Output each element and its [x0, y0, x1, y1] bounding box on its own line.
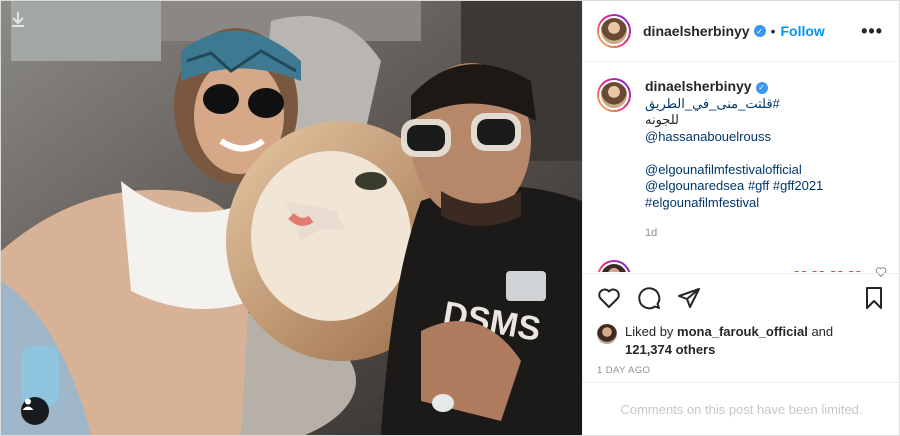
liker-avatar[interactable]: [597, 324, 617, 344]
comments-limited-notice: Comments on this post have been limited.: [583, 382, 900, 435]
likes-prefix: Liked by: [625, 324, 674, 339]
separator-dot: •: [770, 23, 776, 39]
comment-item: naglaabadr_official✓ ❤️❤️❤️❤️: [597, 259, 883, 273]
post-side-panel: dinaelsherbinyy ✓ • Follow ••• dinaelshe…: [582, 1, 900, 435]
download-icon[interactable]: [11, 11, 33, 33]
caption-hashtag-arabic[interactable]: #قلتت_منى_في_الطريق: [645, 96, 780, 111]
share-icon[interactable]: [677, 286, 701, 310]
post-timestamp[interactable]: 1 DAY AGO: [597, 365, 650, 376]
caption-username[interactable]: dinaelsherbinyy: [645, 78, 752, 94]
header-username[interactable]: dinaelsherbinyy: [643, 23, 750, 39]
heart-icon[interactable]: [597, 286, 621, 310]
verified-icon: ✓: [755, 82, 768, 95]
follow-button[interactable]: Follow: [781, 23, 825, 39]
hashtag-link[interactable]: #elgounafilmfestival: [645, 195, 883, 212]
mention-link[interactable]: @elgounafilmfestivalofficial: [645, 162, 883, 179]
liker-username[interactable]: mona_farouk_official: [677, 324, 808, 339]
caption-avatar[interactable]: [597, 78, 631, 112]
instagram-post: DSMS dinaelsherbinyy ✓ • Follow ••• dina…: [0, 0, 900, 436]
mention-link[interactable]: @elgounaredsea: [645, 178, 744, 193]
caption: dinaelsherbinyy ✓ #قلتت_منى_في_الطريق للج…: [597, 78, 883, 242]
hashtag-link[interactable]: #gff #gff2021: [748, 178, 823, 193]
comment-icon[interactable]: [637, 286, 661, 310]
comment-text: ❤️❤️❤️❤️: [792, 270, 865, 273]
likes-and: and: [811, 324, 834, 339]
post-header: dinaelsherbinyy ✓ • Follow •••: [583, 1, 899, 62]
likes-summary: Liked by mona_farouk_official and 121,37…: [597, 323, 833, 359]
caption-time[interactable]: 1d: [645, 225, 883, 242]
comments-section: dinaelsherbinyy ✓ #قلتت_منى_في_الطريق للج…: [583, 62, 899, 272]
action-bar: [583, 273, 900, 321]
comment-avatar[interactable]: [597, 259, 631, 272]
more-options-icon[interactable]: •••: [861, 21, 883, 42]
post-photo[interactable]: DSMS: [1, 1, 582, 435]
comment-username[interactable]: naglaabadr_official: [645, 269, 773, 273]
tag-user-icon[interactable]: [21, 397, 49, 425]
likes-count[interactable]: 121,374 others: [625, 342, 715, 357]
caption-arabic-text: للجونه: [645, 112, 679, 127]
avatar[interactable]: [597, 14, 631, 48]
bookmark-icon[interactable]: [862, 286, 886, 310]
photo-illustration: DSMS: [1, 1, 582, 435]
mention-link[interactable]: @hassanabouelrouss: [645, 129, 883, 146]
verified-icon: ✓: [753, 25, 766, 37]
